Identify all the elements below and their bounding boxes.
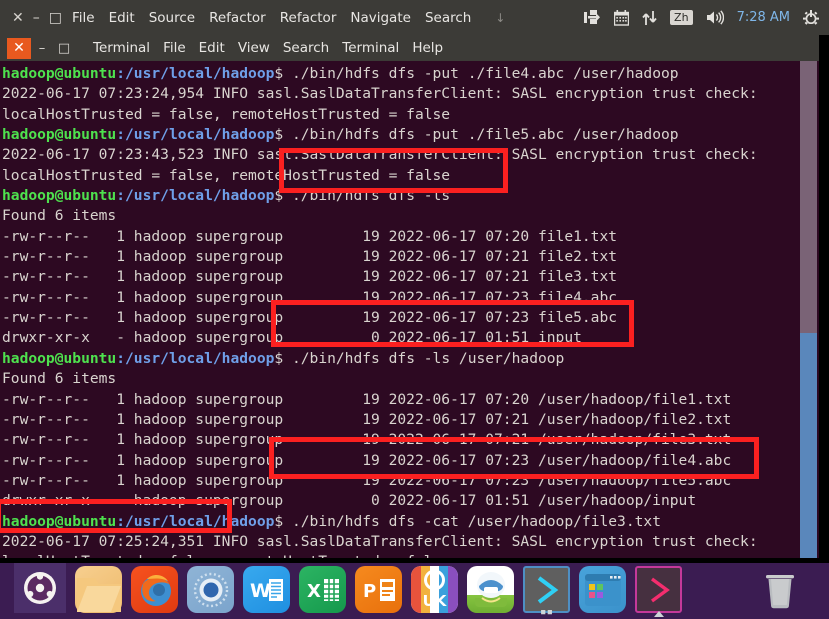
maximize-icon[interactable]: □ <box>49 11 62 25</box>
input-method-indicator[interactable]: Zh <box>670 10 693 25</box>
terminal-line: hadoop@ubuntu:/usr/local/hadoop$ ./bin/h… <box>2 125 758 145</box>
global-window-controls: ✕ – □ <box>0 11 72 25</box>
terminal-scrollbar[interactable] <box>800 61 817 558</box>
menu-navigate[interactable]: Navigate <box>350 10 411 26</box>
top-panel: ✕ – □ File Edit Source Refactor Refactor… <box>0 0 829 35</box>
dock-item-software-center[interactable] <box>467 566 514 613</box>
shell-prompt-symbol: $ <box>274 126 292 144</box>
terminal-scrollbar-thumb[interactable] <box>800 333 817 558</box>
shell-prompt-user: hadoop@ubuntu <box>2 187 117 205</box>
network-up-down-icon[interactable] <box>642 10 657 26</box>
shell-command: ./bin/hdfs dfs -cat /user/hadoop/file3.t… <box>291 512 661 530</box>
terminal-menu-help[interactable]: Help <box>412 40 443 56</box>
close-icon[interactable]: ✕ <box>12 11 24 25</box>
shell-prompt-symbol: $ <box>274 512 292 530</box>
annotation-box-file3-content-highlight <box>0 499 232 533</box>
terminal-output-line: -rw-r--r-- 1 hadoop supergroup 19 2022-0… <box>2 227 618 245</box>
terminal-line: hadoop@ubuntu:/usr/local/hadoop$ ./bin/h… <box>2 64 758 84</box>
terminal-output-line: Found 6 items <box>2 370 117 388</box>
terminal-output-line: localHostTrusted = false, remoteHostTrus… <box>2 105 451 123</box>
terminal-close-button[interactable]: ✕ <box>7 37 31 59</box>
indicator-area: Zh 7:28 AM <box>584 9 829 26</box>
calendar-icon[interactable] <box>614 9 630 26</box>
terminal-window: ✕ – □ Terminal File Edit View Search Ter… <box>0 35 819 601</box>
shell-command: ./bin/hdfs dfs -ls /user/hadoop <box>291 349 565 367</box>
menu-refactor-2[interactable]: Refactor <box>280 10 337 26</box>
workspace-switcher-icon[interactable] <box>584 10 601 25</box>
dock-item-eclipse-ide[interactable] <box>579 566 626 613</box>
terminal-window-controls: ✕ – □ <box>0 35 75 61</box>
annotation-box-hdfs-dfs-cat-highlight <box>269 437 759 479</box>
terminal-titlebar: ✕ – □ Terminal File Edit View Search Ter… <box>0 35 819 61</box>
svg-text:X: X <box>307 581 321 602</box>
terminal-output-line: 2022-06-17 07:25:24,351 INFO sasl.SaslDa… <box>2 532 758 550</box>
dock-item-wps-spreadsheet[interactable]: X <box>299 566 346 613</box>
power-gear-icon[interactable] <box>803 9 819 26</box>
shell-prompt-symbol: $ <box>274 349 292 367</box>
shell-prompt-path: :/usr/local/hadoop <box>116 126 275 144</box>
dock-item-wps-presentation[interactable]: P <box>355 566 402 613</box>
desktop: ✕ – □ File Edit Source Refactor Refactor… <box>0 0 829 619</box>
menu-edit[interactable]: Edit <box>109 10 135 26</box>
shell-prompt-user: hadoop@ubuntu <box>2 349 117 367</box>
running-indicator-idea <box>653 611 664 617</box>
terminal-output-line: 2022-06-17 07:23:24,954 INFO sasl.SaslDa… <box>2 85 758 103</box>
shell-command: ./bin/hdfs dfs -put ./file5.abc /user/ha… <box>291 126 679 144</box>
terminal-output-line: localHostTrusted = false, remoteHostTrus… <box>2 552 758 558</box>
volume-icon[interactable] <box>706 10 724 25</box>
terminal-output-line: -rw-r--r-- 1 hadoop supergroup 19 2022-0… <box>2 410 732 428</box>
menu-source[interactable]: Source <box>149 10 195 26</box>
running-indicator-terminal: ▪▪ <box>539 605 554 618</box>
terminal-menu-search[interactable]: Search <box>283 40 329 56</box>
terminal-menubar: Terminal File Edit View Search Terminal … <box>93 40 443 56</box>
dock-item-terminal[interactable]: ▪▪ <box>523 566 570 618</box>
menu-overflow-arrow-icon[interactable]: ↓ <box>495 11 505 25</box>
menu-refactor-1[interactable]: Refactor <box>209 10 266 26</box>
svg-text:P: P <box>363 581 376 602</box>
dock-item-ubuntu-dash[interactable] <box>14 563 66 613</box>
terminal-minimize-button[interactable]: – <box>31 38 53 59</box>
shell-prompt-user: hadoop@ubuntu <box>2 65 117 82</box>
terminal-menu-edit[interactable]: Edit <box>199 40 225 56</box>
dock-item-uk-app[interactable]: UK <box>411 566 458 613</box>
terminal-scrollbar-track[interactable] <box>800 61 817 333</box>
terminal-output-line: -rw-r--r-- 1 hadoop supergroup 19 2022-0… <box>2 248 618 266</box>
minimize-icon[interactable]: – <box>33 11 40 25</box>
terminal-menu-file[interactable]: File <box>163 40 186 56</box>
svg-text:UK: UK <box>423 592 448 610</box>
terminal-line: hadoop@ubuntu:/usr/local/hadoop$ ./bin/h… <box>2 349 758 369</box>
dock-item-chromium[interactable] <box>187 566 234 613</box>
shell-prompt-path: :/usr/local/hadoop <box>116 349 275 367</box>
shell-prompt-user: hadoop@ubuntu <box>2 126 117 144</box>
shell-prompt-symbol: $ <box>274 65 292 82</box>
svg-text:W: W <box>250 580 271 602</box>
shell-prompt-path: :/usr/local/hadoop <box>116 65 275 82</box>
terminal-menu-view[interactable]: View <box>238 40 270 56</box>
terminal-maximize-button[interactable]: □ <box>53 38 75 59</box>
menu-search[interactable]: Search <box>425 10 471 26</box>
annotation-box-hdfs-dfs-ls-highlight <box>279 148 508 193</box>
dock-item-firefox[interactable] <box>131 566 178 613</box>
terminal-menu-terminal-2[interactable]: Terminal <box>342 40 399 56</box>
annotation-box-hdfs-dfs-ls-userhadoop-highlight <box>271 300 634 347</box>
clock[interactable]: 7:28 AM <box>737 10 790 25</box>
dock-item-files[interactable] <box>75 566 122 613</box>
dock: W X P UK ▪▪ <box>0 563 829 619</box>
terminal-output-line: -rw-r--r-- 1 hadoop supergroup 19 2022-0… <box>2 268 618 286</box>
terminal-output-line: Found 6 items <box>2 207 117 225</box>
dock-item-trash[interactable] <box>756 566 803 613</box>
dock-item-intellij-idea[interactable] <box>635 566 682 617</box>
dock-item-wps-writer[interactable]: W <box>243 566 290 613</box>
terminal-output-line: -rw-r--r-- 1 hadoop supergroup 19 2022-0… <box>2 390 732 408</box>
shell-command: ./bin/hdfs dfs -put ./file4.abc /user/ha… <box>291 65 679 82</box>
global-menubar: File Edit Source Refactor Refactor Navig… <box>72 10 505 26</box>
terminal-menu-terminal-1[interactable]: Terminal <box>93 40 150 56</box>
menu-file[interactable]: File <box>72 10 95 26</box>
shell-prompt-path: :/usr/local/hadoop <box>116 187 275 205</box>
